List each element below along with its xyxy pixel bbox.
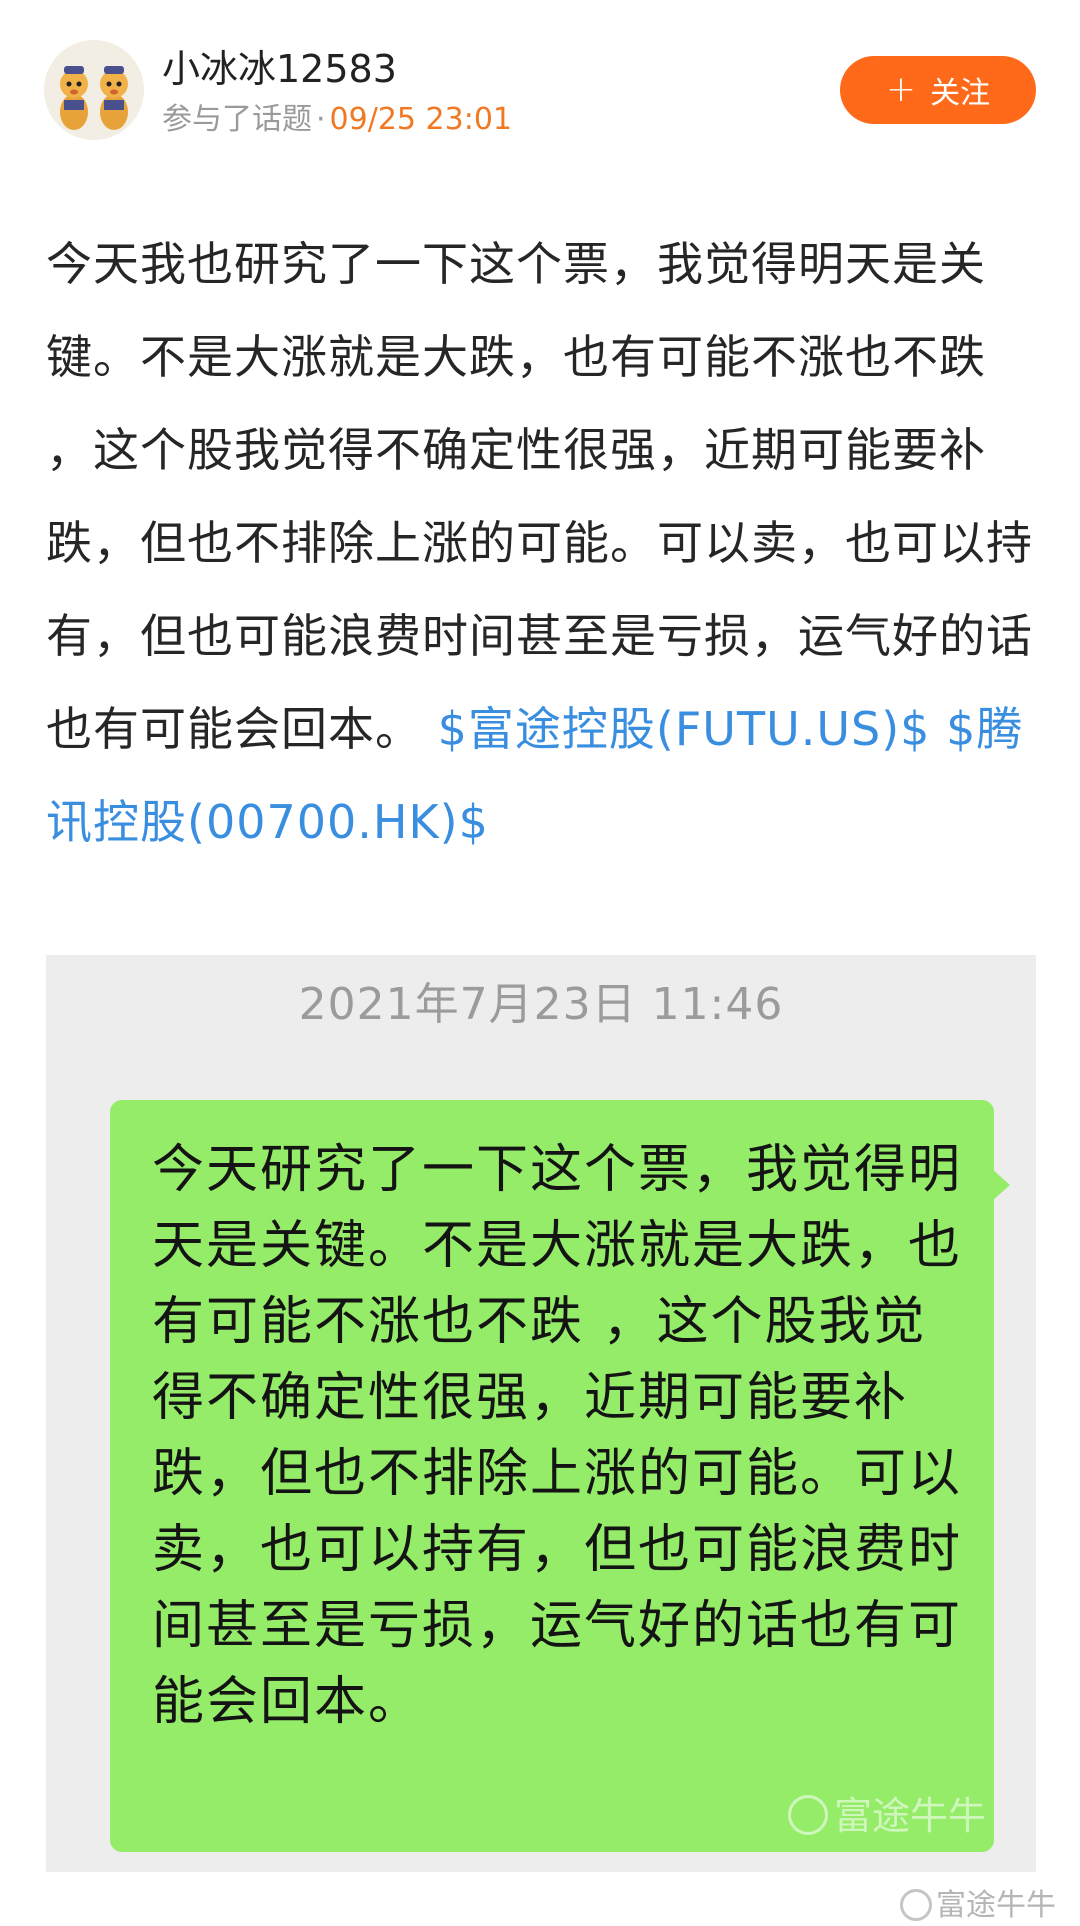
meta-separator: · [316, 102, 326, 137]
author-name[interactable]: 小冰冰12583 [162, 46, 397, 92]
chat-message-text: 今天研究了一下这个票，我觉得明天是关键。不是大涨就是大跌，也有可能不涨也不跌 ，… [152, 1140, 963, 1732]
plus-icon: + [885, 69, 917, 110]
post-meta: 参与了话题 · 09/25 23:01 [162, 100, 512, 140]
post-timestamp: 09/25 23:01 [329, 102, 512, 137]
chat-screenshot-image[interactable]: 2021年7月23日 11:46 今天研究了一下这个票，我觉得明天是关键。不是大… [46, 955, 1036, 1872]
page-watermark-text: 富途牛牛 [936, 1888, 1056, 1923]
topic-text[interactable]: 参与了话题 [162, 102, 312, 137]
cartoon-mascot-avatar-icon [60, 66, 128, 130]
bubble-tail [992, 1169, 1010, 1201]
post-text: 今天我也研究了一下这个票，我觉得明天是关键。不是大涨就是大跌，也有可能不涨也不跌… [46, 237, 1033, 756]
post-body: 今天我也研究了一下这个票，我觉得明天是关键。不是大涨就是大跌，也有可能不涨也不跌… [46, 218, 1036, 869]
stock-link-futu[interactable]: $富途控股(FUTU.US)$ [438, 702, 931, 756]
page-watermark: 富途牛牛 [900, 1880, 1056, 1924]
image-watermark: 富途牛牛 [788, 1785, 986, 1840]
follow-label: 关注 [930, 76, 991, 111]
chat-message-bubble: 今天研究了一下这个票，我觉得明天是关键。不是大涨就是大跌，也有可能不涨也不跌 ，… [110, 1100, 994, 1852]
image-watermark-text: 富途牛牛 [834, 1794, 987, 1838]
post-header: 小冰冰12583 参与了话题 · 09/25 23:01 + 关注 [44, 40, 1036, 150]
avatar[interactable] [44, 40, 144, 140]
follow-button[interactable]: + 关注 [840, 56, 1036, 124]
futu-logo-icon [900, 1889, 932, 1921]
chat-timestamp: 2021年7月23日 11:46 [298, 979, 784, 1030]
futu-logo-icon [788, 1795, 828, 1835]
